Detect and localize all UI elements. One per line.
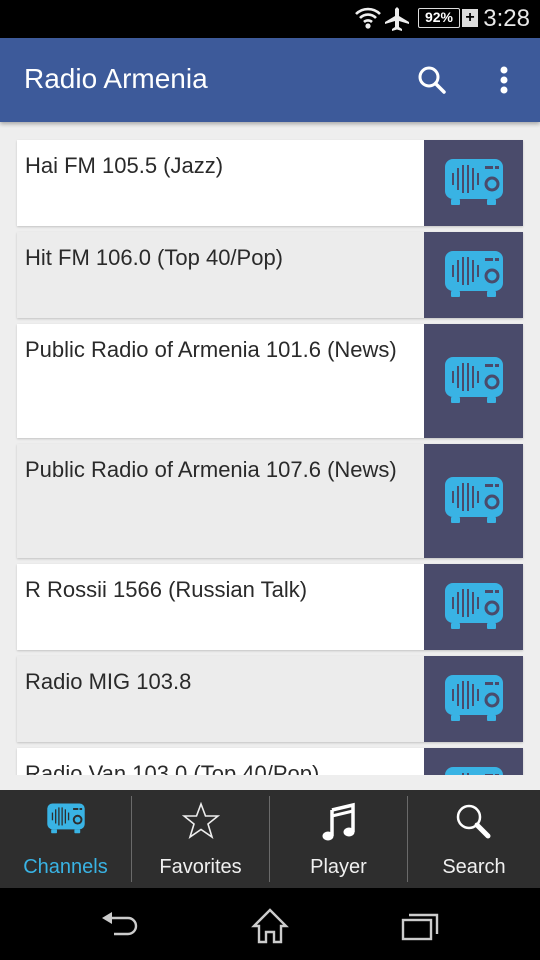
bottom-navigation: Channels Favorites Player Search (0, 790, 540, 888)
station-name: R Rossii 1566 (Russian Talk) (25, 577, 308, 602)
station-thumbnail (424, 656, 523, 742)
station-item[interactable]: Hai FM 105.5 (Jazz) (17, 140, 523, 226)
status-bar: 92% + 3:28 (0, 0, 540, 38)
radio-icon (444, 583, 503, 629)
system-navigation-bar (0, 888, 540, 960)
station-item[interactable]: Public Radio of Armenia 107.6 (News) (17, 444, 523, 558)
search-button[interactable] (414, 62, 450, 98)
station-thumbnail (424, 564, 523, 650)
tab-label: Favorites (159, 856, 242, 878)
tab-label: Search (442, 856, 506, 878)
tab-label: Channels (23, 856, 108, 878)
radio-icon (444, 675, 503, 721)
station-thumbnail (424, 140, 523, 226)
radio-icon (444, 477, 503, 523)
tab-channels[interactable]: Channels (0, 790, 131, 888)
station-item[interactable]: Public Radio of Armenia 101.6 (News) (17, 324, 523, 438)
station-item[interactable]: R Rossii 1566 (Russian Talk) (17, 564, 523, 650)
star-icon (181, 801, 220, 839)
recents-icon (401, 913, 439, 941)
station-name: Hai FM 105.5 (Jazz) (25, 153, 224, 178)
back-icon (102, 912, 138, 936)
back-button[interactable] (98, 906, 142, 946)
station-name: Public Radio of Armenia 101.6 (News) (25, 337, 397, 362)
radio-icon (444, 251, 503, 297)
station-item[interactable]: Radio Van 103.0 (Top 40/Pop) (17, 748, 523, 775)
station-thumbnail (424, 232, 523, 318)
tab-favorites[interactable]: Favorites (132, 790, 269, 888)
home-icon (251, 908, 289, 944)
airplane-icon (384, 6, 410, 37)
music-note-icon (322, 802, 355, 841)
charging-icon: + (462, 9, 478, 27)
station-thumbnail (424, 748, 523, 775)
station-name: Radio MIG 103.8 (25, 669, 192, 694)
tab-player[interactable]: Player (270, 790, 407, 888)
station-item[interactable]: Hit FM 106.0 (Top 40/Pop) (17, 232, 523, 318)
more-options-button[interactable] (490, 62, 518, 98)
battery-indicator: 92% (418, 8, 460, 28)
recents-button[interactable] (398, 906, 442, 946)
station-name: Public Radio of Armenia 107.6 (News) (25, 457, 397, 482)
station-list[interactable]: Hai FM 105.5 (Jazz) Hit FM 106.0 (Top 40… (0, 122, 540, 790)
clock: 3:28 (483, 5, 530, 32)
station-name: Radio Van 103.0 (Top 40/Pop) (25, 761, 320, 775)
radio-icon (444, 159, 503, 205)
app-title: Radio Armenia (24, 63, 208, 94)
station-item[interactable]: Radio MIG 103.8 (17, 656, 523, 742)
home-button[interactable] (248, 906, 292, 946)
search-icon (418, 66, 446, 94)
tab-search[interactable]: Search (408, 790, 540, 888)
station-thumbnail (424, 444, 523, 558)
search-icon (456, 804, 491, 839)
app-bar: Radio Armenia (0, 38, 540, 122)
station-thumbnail (424, 324, 523, 438)
more-vert-icon (500, 66, 508, 94)
radio-icon (46, 803, 85, 834)
radio-icon (444, 357, 503, 403)
radio-icon (444, 767, 503, 775)
wifi-icon (355, 6, 381, 35)
station-name: Hit FM 106.0 (Top 40/Pop) (25, 245, 284, 270)
tab-label: Player (310, 856, 367, 878)
